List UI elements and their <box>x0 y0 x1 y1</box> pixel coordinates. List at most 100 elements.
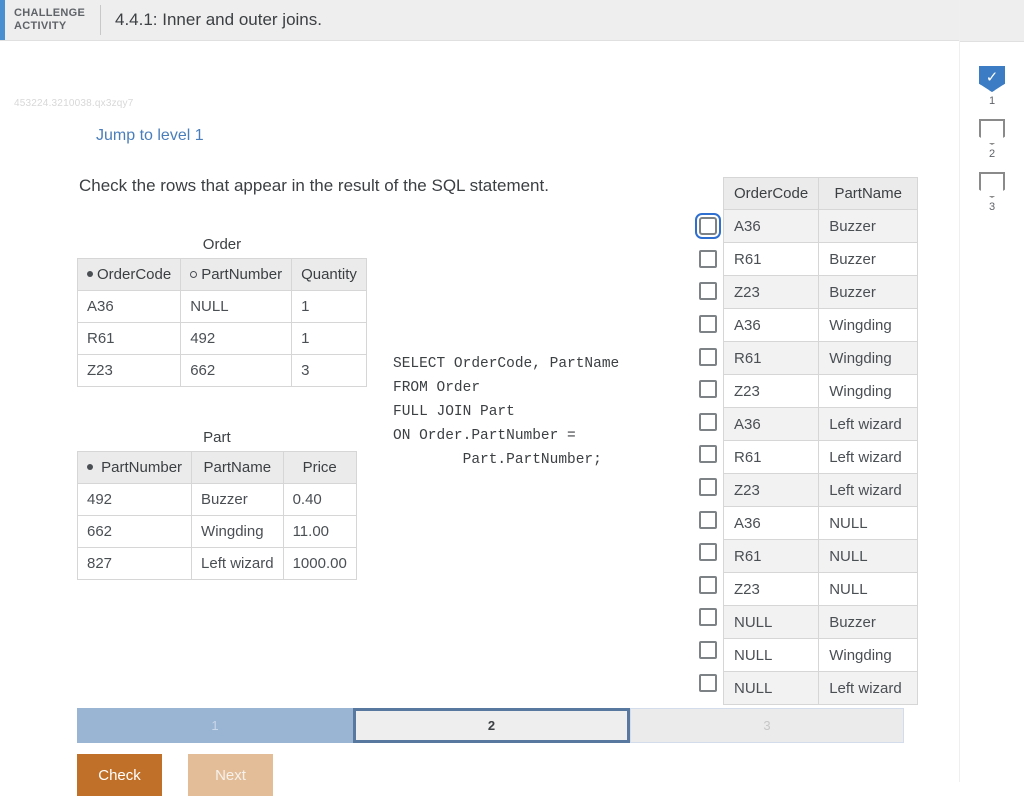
order-table: OrderCode PartNumber Quantity A36 NULL 1… <box>77 258 367 387</box>
jump-to-level-link[interactable]: Jump to level 1 <box>96 127 204 145</box>
checkbox-icon[interactable] <box>699 674 717 692</box>
table-row: Z23 662 3 <box>78 355 367 387</box>
row-checkbox-15[interactable] <box>693 666 723 699</box>
cell-order-code: R61 <box>724 441 819 474</box>
cell-order-code: R61 <box>724 540 819 573</box>
table-row: R61 492 1 <box>78 323 367 355</box>
part-col-partname: PartName <box>192 452 284 484</box>
table-row: R61Buzzer <box>724 243 918 276</box>
row-checkbox-4[interactable] <box>693 308 723 341</box>
checkbox-icon[interactable] <box>699 641 717 659</box>
cell: Z23 <box>78 355 181 387</box>
checkbox-icon[interactable] <box>699 478 717 496</box>
table-row: NULLBuzzer <box>724 606 918 639</box>
checkbox-icon[interactable] <box>699 315 717 333</box>
cell: NULL <box>181 291 292 323</box>
progress-segment-2[interactable]: 2 <box>353 708 630 743</box>
checkbox-icon[interactable] <box>699 608 717 626</box>
sql-statement: SELECT OrderCode, PartName FROM Order FU… <box>393 352 619 472</box>
cell-order-code: NULL <box>724 639 819 672</box>
answer-choices-wrap: OrderCode PartName A36BuzzerR61BuzzerZ23… <box>693 177 918 705</box>
primary-key-dot-icon <box>87 464 93 470</box>
badge-number: 1 <box>960 95 1024 107</box>
table-row: A36NULL <box>724 507 918 540</box>
table-row: Z23NULL <box>724 573 918 606</box>
level-progress-bar: 123 <box>77 708 904 743</box>
row-checkbox-14[interactable] <box>693 634 723 667</box>
cell-part-name: Buzzer <box>819 276 918 309</box>
row-checkbox-12[interactable] <box>693 569 723 602</box>
badge-empty-shield-icon <box>979 172 1005 198</box>
badge-empty-shield-icon <box>979 119 1005 145</box>
cell-order-code: R61 <box>724 243 819 276</box>
cell: 492 <box>78 484 192 516</box>
header-kicker: CHALLENGE ACTIVITY <box>14 7 92 33</box>
cell: 662 <box>181 355 292 387</box>
checkbox-icon[interactable] <box>699 543 717 561</box>
choices-body: A36BuzzerR61BuzzerZ23BuzzerA36WingdingR6… <box>724 210 918 705</box>
badge-2: 2 <box>960 119 1024 160</box>
cell-order-code: A36 <box>724 309 819 342</box>
row-checkbox-2[interactable] <box>693 243 723 276</box>
cell-part-name: Left wizard <box>819 441 918 474</box>
progress-segment-1[interactable]: 1 <box>77 708 353 743</box>
cell-order-code: NULL <box>724 672 819 705</box>
cell-order-code: Z23 <box>724 474 819 507</box>
table-row: R61NULL <box>724 540 918 573</box>
row-checkbox-5[interactable] <box>693 340 723 373</box>
cell-part-name: Wingding <box>819 639 918 672</box>
row-checkbox-13[interactable] <box>693 601 723 634</box>
answer-choices: OrderCode PartName A36BuzzerR61BuzzerZ23… <box>693 177 918 705</box>
shield-shape <box>979 172 1005 198</box>
progress-segment-3[interactable]: 3 <box>630 708 904 743</box>
row-checkbox-11[interactable] <box>693 536 723 569</box>
question-prompt: Check the rows that appear in the result… <box>79 176 549 196</box>
cell-part-name: NULL <box>819 540 918 573</box>
row-checkbox-1[interactable] <box>693 210 723 243</box>
cell: Wingding <box>192 516 284 548</box>
checkbox-icon[interactable] <box>699 413 717 431</box>
checkbox-icon[interactable] <box>699 217 717 235</box>
cell-order-code: NULL <box>724 606 819 639</box>
progress-rail: ✓123 <box>959 0 1024 782</box>
checkbox-icon[interactable] <box>699 511 717 529</box>
rail-header-mask <box>960 0 1024 42</box>
choices-col-ordercode: OrderCode <box>724 178 819 210</box>
cell: 492 <box>181 323 292 355</box>
checkbox-icon[interactable] <box>699 380 717 398</box>
cell-part-name: Wingding <box>819 309 918 342</box>
checkbox-icon[interactable] <box>699 282 717 300</box>
row-checkbox-9[interactable] <box>693 471 723 504</box>
part-table: PartNumber PartName Price 492 Buzzer 0.4… <box>77 451 357 580</box>
row-checkbox-10[interactable] <box>693 503 723 536</box>
checkbox-icon[interactable] <box>699 576 717 594</box>
cell: A36 <box>78 291 181 323</box>
order-table-block: Order OrderCode PartNumber Quantity A36 … <box>77 236 367 387</box>
row-checkbox-8[interactable] <box>693 438 723 471</box>
table-row: Z23Left wizard <box>724 474 918 507</box>
row-checkbox-6[interactable] <box>693 373 723 406</box>
cell-order-code: Z23 <box>724 573 819 606</box>
foreign-key-ring-icon <box>190 271 197 278</box>
row-checkbox-7[interactable] <box>693 406 723 439</box>
cell-part-name: Left wizard <box>819 408 918 441</box>
cell: Buzzer <box>192 484 284 516</box>
next-button[interactable]: Next <box>188 754 273 796</box>
checkbox-icon[interactable] <box>699 250 717 268</box>
cell: 662 <box>78 516 192 548</box>
part-table-body: 492 Buzzer 0.40 662 Wingding 11.00 827 L… <box>78 484 357 580</box>
cell-order-code: R61 <box>724 342 819 375</box>
checkbox-icon[interactable] <box>699 348 717 366</box>
cell-part-name: Buzzer <box>819 606 918 639</box>
order-table-header-row: OrderCode PartNumber Quantity <box>78 259 367 291</box>
check-button[interactable]: Check <box>77 754 162 796</box>
cell: 1 <box>292 291 367 323</box>
row-checkbox-3[interactable] <box>693 275 723 308</box>
table-row: Z23Wingding <box>724 375 918 408</box>
badge-3: 3 <box>960 172 1024 213</box>
table-row: 492 Buzzer 0.40 <box>78 484 357 516</box>
choices-col-partname: PartName <box>819 178 918 210</box>
cell-order-code: A36 <box>724 210 819 243</box>
table-row: NULLWingding <box>724 639 918 672</box>
checkbox-icon[interactable] <box>699 445 717 463</box>
